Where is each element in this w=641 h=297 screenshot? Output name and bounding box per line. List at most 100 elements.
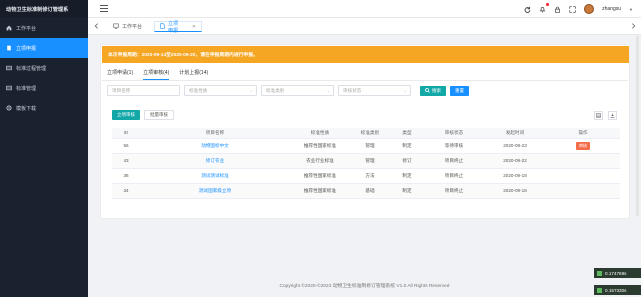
- tab-workbench[interactable]: 工作平台: [108, 21, 147, 32]
- divider: [102, 80, 628, 81]
- app-title: 动物卫生标准制修订管理系: [0, 0, 88, 18]
- document-icon: [6, 45, 12, 51]
- sidebar-item-label: 模板下载: [16, 105, 37, 112]
- chevron-down-icon: ⌄: [326, 88, 330, 93]
- chevron-down-icon: ⌄: [249, 88, 253, 93]
- scrollbar[interactable]: [636, 36, 639, 216]
- category-select[interactable]: 标准类别 ⌄: [261, 85, 334, 96]
- reset-button[interactable]: 重置: [450, 85, 469, 96]
- subtab-application[interactable]: 立项申请(1): [107, 68, 133, 80]
- status-select[interactable]: 审核状态 ⌄: [338, 85, 411, 96]
- cell-status: 项目终止: [424, 153, 484, 169]
- cell-id: 36: [112, 168, 140, 184]
- refresh-icon[interactable]: [524, 6, 531, 13]
- column-header: 操作: [546, 128, 620, 139]
- table-row[interactable]: 36 测试测试标准 推荐性国家标准 方法 制定 项目终止 2020-09-18: [112, 168, 620, 184]
- sidebar-item-project-application[interactable]: 立项申报: [0, 38, 88, 58]
- cell-nature: 推荐性国家标准: [290, 168, 350, 184]
- cell-type: 制定: [390, 138, 424, 154]
- cell-id: 56: [112, 138, 140, 154]
- cell-id: 43: [112, 153, 140, 169]
- sidebar-item-process-management[interactable]: 标准过程管理: [0, 58, 88, 78]
- document-icon: [160, 22, 165, 31]
- cell-name: 修订农业: [140, 153, 290, 169]
- cell-type: 制定: [390, 168, 424, 184]
- timer-icon: [597, 287, 602, 293]
- sidebar-item-label: 工作平台: [16, 25, 37, 32]
- sidebar: 动物卫生标准制修订管理系 工作平台 立项申报 标准过程管理 标准管理 模板下载: [0, 0, 88, 297]
- subtab-plan-report[interactable]: 计划上报(14): [179, 68, 208, 80]
- cell-category: 方法: [350, 168, 390, 184]
- project-review-button[interactable]: 立项审核: [112, 110, 140, 120]
- project-link[interactable]: 修订农业: [206, 158, 224, 163]
- lock-icon[interactable]: [554, 6, 561, 13]
- cell-name: 测试国家级立项: [140, 183, 290, 199]
- cell-type: 制定: [390, 183, 424, 199]
- column-header: 类型: [390, 128, 424, 139]
- column-header: 发起时间: [484, 128, 546, 139]
- cell-type: 修订: [390, 153, 424, 169]
- table-row[interactable]: 43 修订农业 农业行业标准 管理 修订 项目终止 2020-09-22: [112, 153, 620, 169]
- search-button-label: 搜索: [432, 87, 441, 93]
- cell-name: 动物国标中文: [140, 138, 290, 154]
- chevron-down-icon[interactable]: ▼: [629, 7, 633, 12]
- cell-op: [546, 183, 620, 199]
- debug-timer: 0.174769s: [594, 268, 641, 278]
- close-icon[interactable]: ✕: [192, 24, 196, 30]
- table-tools: [594, 111, 617, 120]
- list-icon: [6, 85, 12, 91]
- chevron-left-icon[interactable]: [92, 22, 100, 30]
- sidebar-item-template-download[interactable]: 模板下载: [0, 98, 88, 118]
- cell-status: 项目终止: [424, 183, 484, 199]
- timer-value: 0.174769s: [605, 270, 627, 276]
- avatar[interactable]: [584, 4, 595, 14]
- subtab-review[interactable]: 立项审核(4): [143, 68, 170, 80]
- table-row[interactable]: 34 测试国家级立项 推荐性国家标准 基础 制定 项目终止 2020-09-18: [112, 183, 620, 199]
- project-link[interactable]: 动物国标中文: [201, 143, 229, 148]
- nature-select[interactable]: 标准性质 ⌄: [184, 85, 257, 96]
- project-name-input[interactable]: 项目名称: [107, 85, 180, 96]
- menu-toggle-icon[interactable]: [100, 5, 108, 12]
- columns-icon[interactable]: [594, 111, 603, 120]
- home-icon: [6, 25, 12, 31]
- fullscreen-icon[interactable]: [569, 5, 576, 13]
- cell-nature: 农业行业标准: [290, 153, 350, 169]
- chevron-right-icon[interactable]: [629, 22, 637, 30]
- cell-op: [546, 153, 620, 169]
- export-icon[interactable]: [608, 111, 617, 120]
- bell-icon[interactable]: [539, 2, 550, 13]
- placeholder: 项目名称: [112, 87, 131, 93]
- sidebar-item-workbench[interactable]: 工作平台: [0, 18, 88, 38]
- column-header: 审核状态: [424, 128, 484, 139]
- placeholder: 标准类别: [266, 87, 285, 93]
- cell-name: 测试测试标准: [140, 168, 290, 184]
- username[interactable]: zhangsu: [602, 6, 621, 12]
- cell-category: 管理: [350, 153, 390, 169]
- column-header: ID: [112, 128, 140, 139]
- top-bar: zhangsu ▼: [88, 0, 641, 18]
- sidebar-item-label: 立项申报: [16, 45, 37, 52]
- search-button[interactable]: 搜索: [420, 85, 446, 96]
- sidebar-item-standard-management[interactable]: 标准管理: [0, 78, 88, 98]
- main-panel: 本次申报周期：2020-09-14至2020-09-20，请在申报周期内进行申报…: [100, 44, 630, 219]
- cell-date: 2020-09-18: [484, 168, 546, 184]
- cell-date: 2020-09-18: [484, 183, 546, 199]
- action-bar: 立项审核 批量审核: [112, 110, 174, 120]
- cell-op: 审核: [546, 138, 620, 154]
- cell-id: 34: [112, 183, 140, 199]
- cell-date: 2020-09-23: [484, 138, 546, 154]
- review-table: ID 项目名称 标准性质 标准类别 类型 审核状态 发起时间 操作 56 动物国…: [112, 128, 620, 199]
- project-link[interactable]: 测试测试标准: [201, 173, 229, 178]
- column-header: 标准性质: [290, 128, 350, 139]
- review-button[interactable]: 审核: [576, 141, 590, 150]
- cell-status: 项目终止: [424, 168, 484, 184]
- notice-banner: 本次申报周期：2020-09-14至2020-09-20，请在申报周期内进行申报…: [102, 46, 629, 63]
- subtabs: 立项申请(1) 立项审核(4) 计划上报(14): [107, 68, 208, 80]
- batch-review-button[interactable]: 批量审核: [144, 110, 174, 120]
- table-row[interactable]: 56 动物国标中文 推荐性国家标准 管理 制定 等待审核 2020-09-23 …: [112, 138, 620, 154]
- tab-project-application[interactable]: 立项申报 ✕: [154, 21, 202, 34]
- cell-category: 基础: [350, 183, 390, 199]
- footer-copyright: Copyright ©2020-©2022 动物卫生标准制修订管理系统 V1.0…: [279, 284, 450, 289]
- project-link[interactable]: 测试国家级立项: [199, 188, 231, 193]
- gear-icon: [6, 105, 12, 111]
